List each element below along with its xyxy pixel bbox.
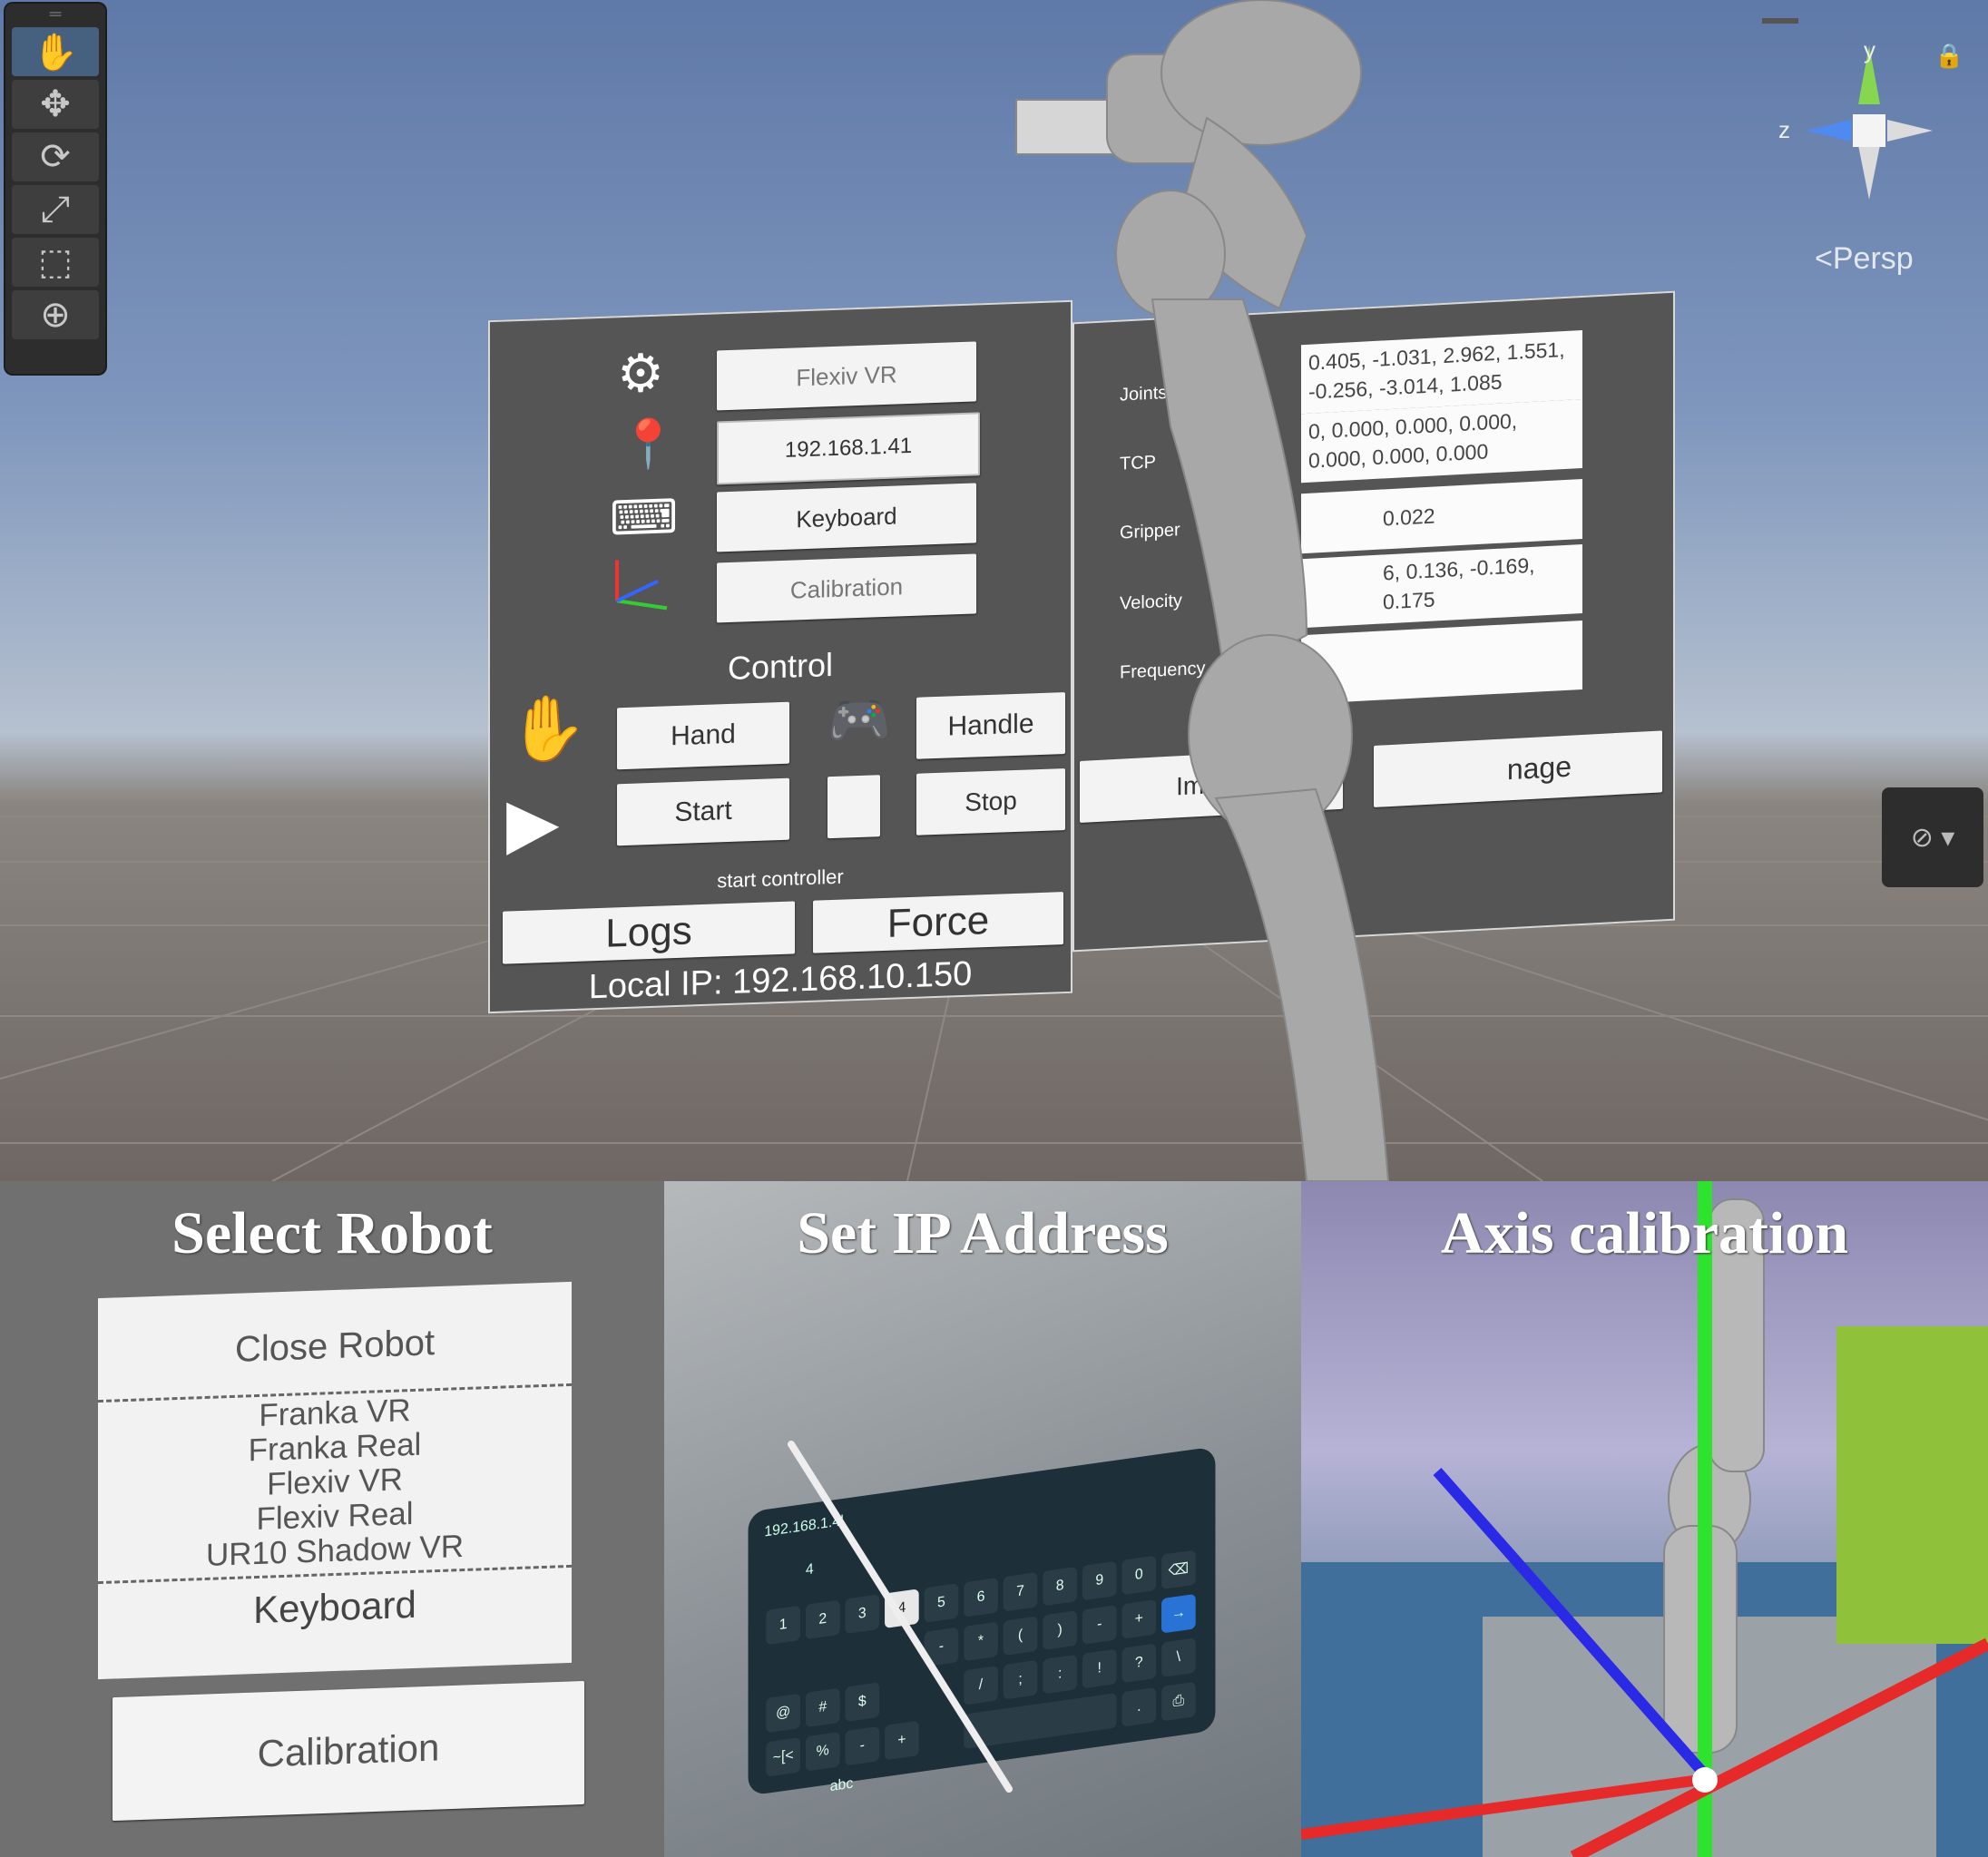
select-robot-caption: Select Robot bbox=[171, 1200, 493, 1266]
key-backslash[interactable]: \ bbox=[1161, 1637, 1196, 1678]
gizmo-y-label: y bbox=[1864, 36, 1875, 64]
set-ip-panel: Set IP Address 192.168.1.4| 4 1 2 3 4 5 … bbox=[664, 1181, 1301, 1857]
robot-arm-illustration bbox=[1015, 0, 1390, 1181]
key-plus[interactable]: + bbox=[1121, 1599, 1157, 1639]
robot-dropdown[interactable]: Close Robot Franka VR Franka Real Flexiv… bbox=[98, 1281, 572, 1680]
stop-square-icon[interactable] bbox=[828, 775, 880, 839]
keyboard-icon: ⌨ bbox=[610, 490, 679, 546]
key-9[interactable]: 9 bbox=[1082, 1560, 1117, 1601]
rect-tool-icon[interactable]: ⬚ bbox=[12, 238, 99, 287]
persp-toggle[interactable]: <Persp bbox=[1815, 241, 1914, 277]
key-exclaim[interactable]: ! bbox=[1082, 1648, 1117, 1689]
hand-icon: ✋ bbox=[508, 691, 588, 766]
compass-icon: ⊘ ▾ bbox=[1910, 822, 1955, 853]
scene-menu-button[interactable]: ⊘ ▾ bbox=[1882, 787, 1983, 887]
play-icon[interactable]: ▶ bbox=[506, 781, 559, 864]
set-ip-caption: Set IP Address bbox=[797, 1200, 1169, 1266]
control-heading: Control bbox=[727, 645, 834, 688]
scene-view: ═ ✋ ✥ ⟳ ⤢ ⬚ ⊕ y z 🔒 <Persp ⊘ ▾ ⚙ 📍 ⌨ Fle… bbox=[0, 0, 1988, 1181]
axis-calibration-caption: Axis calibration bbox=[1440, 1200, 1849, 1266]
axis-calibration-panel: Axis calibration bbox=[1301, 1181, 1988, 1857]
gizmo-z-label: z bbox=[1778, 116, 1790, 143]
control-panel: ⚙ 📍 ⌨ Flexiv VR 192.168.1.41 Keyboard Ca… bbox=[488, 299, 1072, 1014]
robot-select-dropdown[interactable]: Flexiv VR bbox=[717, 341, 976, 411]
start-button[interactable]: Start bbox=[617, 777, 789, 846]
hand-mode-button[interactable]: Hand bbox=[617, 701, 789, 770]
ip-address-field[interactable]: 192.168.1.41 bbox=[717, 412, 980, 485]
robot-arm-icon: ⚙ bbox=[617, 343, 664, 405]
scale-tool-icon[interactable]: ⤢ bbox=[12, 185, 99, 234]
laser-pointer-icon bbox=[788, 1441, 1013, 1793]
drag-handle-icon[interactable]: ═ bbox=[5, 4, 105, 24]
hand-tool-icon[interactable]: ✋ bbox=[12, 27, 99, 76]
transform-tool-icon[interactable]: ⊕ bbox=[12, 290, 99, 339]
backspace-key-icon[interactable]: ⌫ bbox=[1161, 1549, 1196, 1590]
key-minus[interactable]: - bbox=[1082, 1605, 1117, 1645]
persp-label: Persp bbox=[1832, 241, 1914, 276]
chevron-left-icon: < bbox=[1815, 241, 1833, 276]
rotate-tool-icon[interactable]: ⟳ bbox=[12, 132, 99, 181]
lock-icon[interactable]: 🔒 bbox=[1934, 42, 1964, 70]
calibration-option-button[interactable]: Calibration bbox=[113, 1680, 584, 1822]
keyboard-button[interactable]: Keyboard bbox=[717, 483, 976, 552]
calibration-scene-illustration bbox=[1301, 1181, 1988, 1857]
key-colon[interactable]: : bbox=[1043, 1654, 1077, 1695]
controller-icon: 🎮 bbox=[828, 689, 891, 750]
key-close-paren[interactable]: ) bbox=[1043, 1610, 1077, 1650]
axes-icon bbox=[615, 560, 668, 611]
tool-palette: ═ ✋ ✥ ⟳ ⤢ ⬚ ⊕ bbox=[5, 4, 105, 374]
key-question[interactable]: ? bbox=[1121, 1643, 1157, 1684]
dropdown-selected[interactable]: Close Robot bbox=[98, 1318, 572, 1375]
select-robot-panel: Select Robot Close Robot Franka VR Frank… bbox=[0, 1181, 664, 1857]
gizmo-grip-icon bbox=[1762, 18, 1798, 24]
logs-button[interactable]: Logs bbox=[503, 901, 795, 964]
ip-pin-icon: 📍 bbox=[619, 416, 678, 473]
calibration-button[interactable]: Calibration bbox=[717, 553, 976, 623]
move-tool-icon[interactable]: ✥ bbox=[12, 80, 99, 129]
key-8[interactable]: 8 bbox=[1043, 1566, 1077, 1607]
key-0[interactable]: 0 bbox=[1121, 1555, 1157, 1596]
enter-key-icon[interactable]: → bbox=[1161, 1593, 1196, 1634]
keyboard-label[interactable]: Keyboard bbox=[98, 1578, 572, 1637]
emoji-key-icon[interactable]: ⎙ bbox=[1161, 1681, 1196, 1722]
key-period[interactable]: . bbox=[1121, 1686, 1157, 1727]
